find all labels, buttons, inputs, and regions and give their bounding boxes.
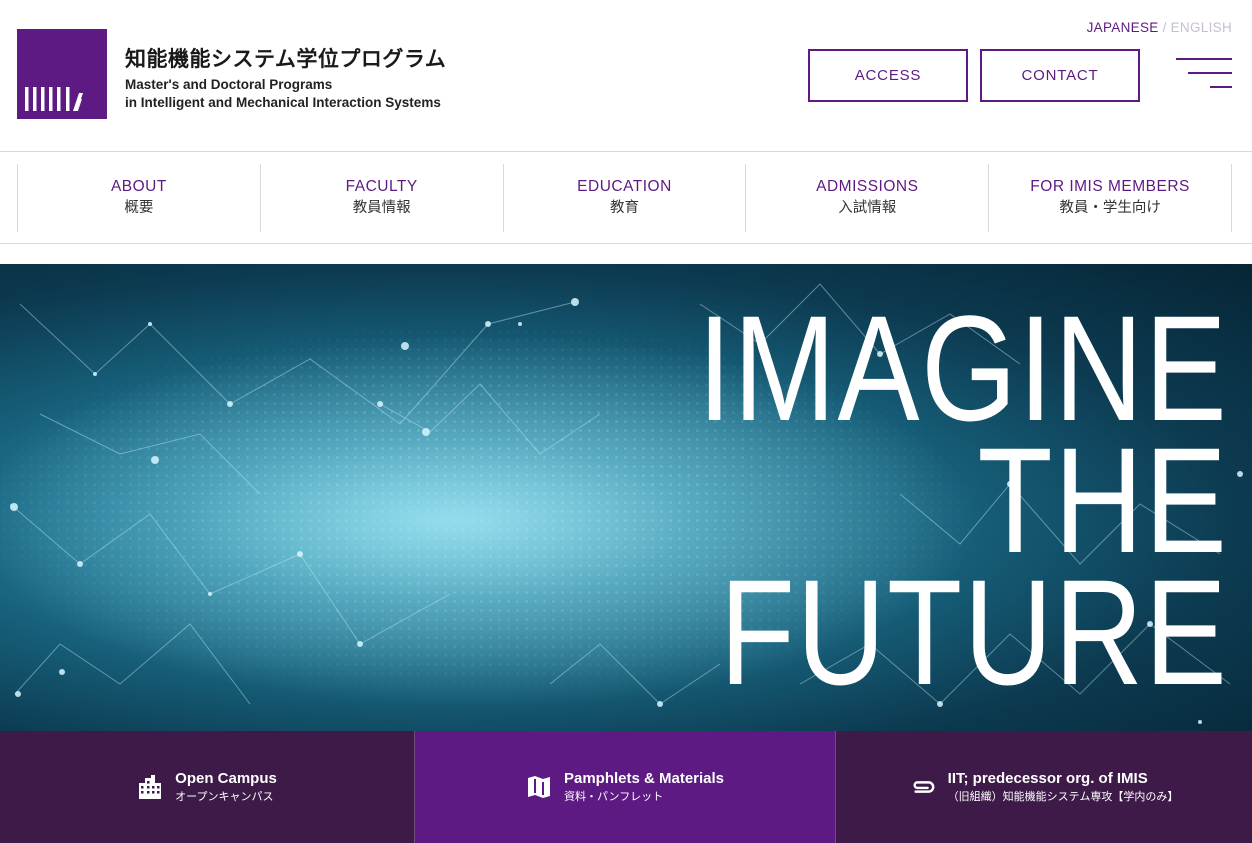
pamphlets-subtitle: 資料・パンフレット: [563, 790, 664, 803]
paperclip-icon: [910, 774, 936, 800]
program-title-en-line1: Master's and Doctoral Programs: [125, 77, 333, 92]
iit-subtitle: （旧組織）知能機能システム専攻【学内のみ】: [947, 790, 1179, 803]
nav-label-ja: 入試情報: [838, 200, 897, 216]
logo-text[interactable]: 知能機能システム学位プログラム Master's and Doctoral Pr…: [125, 46, 446, 112]
hero-line-imagine: IMAGINE: [697, 284, 1228, 452]
program-title-en: Master's and Doctoral Programs in Intell…: [125, 76, 446, 112]
nav-item-education[interactable]: EDUCATION 教育: [504, 164, 747, 232]
map-icon: [526, 774, 552, 800]
nav-label-ja: 教員・学生向け: [1059, 200, 1161, 216]
nav-item-for-imis-members[interactable]: FOR IMIS MEMBERS 教員・学生向け: [989, 164, 1232, 232]
imis-logo[interactable]: [17, 29, 107, 119]
hero-headline: IMAGINE THE FUTURE: [581, 284, 1228, 716]
hero-line-the: THE: [977, 416, 1228, 584]
language-switcher: JAPANESE / ENGLISH: [1087, 20, 1232, 35]
open-campus-subtitle: オープンキャンパス: [175, 790, 274, 803]
nav-label-en: FOR IMIS MEMBERS: [1030, 178, 1190, 195]
quick-links-bar: Open Campus オープンキャンパス Pamphlets & Materi…: [0, 731, 1252, 843]
open-campus-link[interactable]: Open Campus オープンキャンパス: [0, 731, 415, 843]
iit-title: IIT; predecessor org. of IMIS: [947, 770, 1148, 787]
nav-label-ja: 教育: [609, 200, 639, 216]
hero-line-future: FUTURE: [719, 548, 1228, 716]
nav-label-ja: 概要: [124, 200, 154, 216]
imis-logo-mark-icon: [25, 87, 83, 111]
program-title-en-line2: in Intelligent and Mechanical Interactio…: [125, 95, 441, 110]
nav-label-en: ABOUT: [110, 178, 167, 195]
pamphlets-link[interactable]: Pamphlets & Materials 資料・パンフレット: [415, 731, 835, 843]
lang-japanese-link[interactable]: JAPANESE: [1087, 20, 1159, 35]
access-button[interactable]: ACCESS: [808, 49, 968, 102]
nav-label-ja: 教員情報: [352, 200, 411, 216]
nav-label-en: ADMISSIONS: [816, 178, 919, 195]
site-header: 知能機能システム学位プログラム Master's and Doctoral Pr…: [0, 0, 1252, 152]
nav-item-admissions[interactable]: ADMISSIONS 入試情報: [746, 164, 990, 232]
pamphlets-title: Pamphlets & Materials: [563, 770, 725, 787]
hamburger-menu-icon[interactable]: [1176, 58, 1232, 90]
lang-separator: /: [1162, 20, 1167, 35]
building-icon: [137, 774, 163, 800]
iit-link[interactable]: IIT; predecessor org. of IMIS （旧組織）知能機能シ…: [835, 731, 1252, 843]
nav-label-en: FACULTY: [345, 178, 418, 195]
nav-item-about[interactable]: ABOUT 概要: [18, 164, 261, 232]
nav-label-en: EDUCATION: [577, 178, 672, 195]
contact-button[interactable]: CONTACT: [980, 49, 1140, 102]
lang-english-link[interactable]: ENGLISH: [1171, 20, 1232, 35]
hero-banner: IMAGINE THE FUTURE: [0, 264, 1252, 731]
main-nav: ABOUT 概要 FACULTY 教員情報 EDUCATION 教育 ADMIS…: [0, 151, 1252, 244]
program-title-ja: 知能機能システム学位プログラム: [125, 47, 447, 71]
open-campus-title: Open Campus: [175, 770, 277, 787]
nav-item-faculty[interactable]: FACULTY 教員情報: [261, 164, 504, 232]
